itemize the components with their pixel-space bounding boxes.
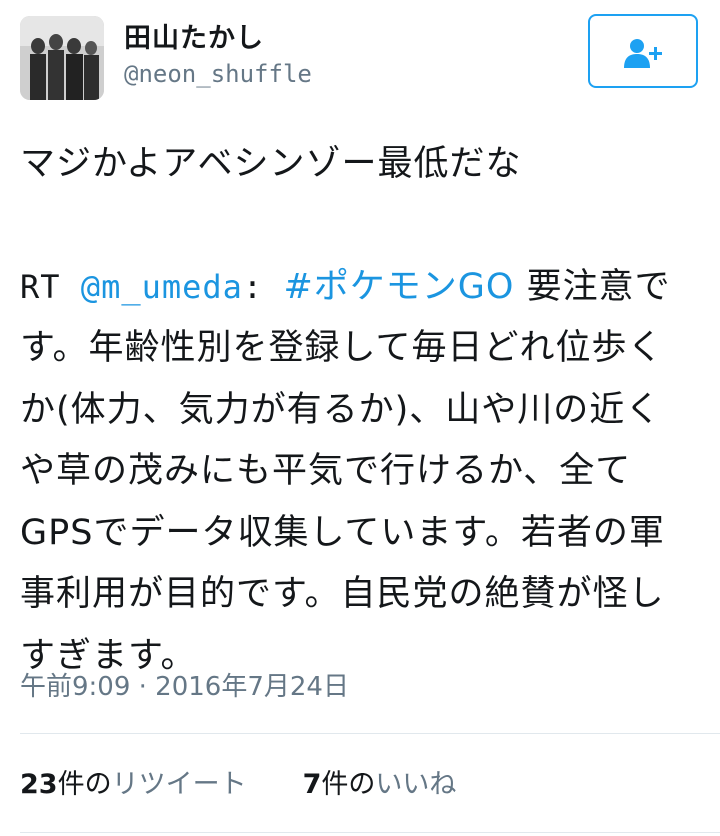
divider-bottom (20, 832, 720, 833)
engagement-stats: 23件のリツイート 7件のいいね (20, 762, 456, 801)
retweet-quote: RT @m_umeda: #ポケモンGO 要注意です。年齢性別を登録して毎日どれ… (20, 257, 690, 688)
divider-top (20, 733, 720, 734)
retweets-count: 23 (20, 769, 58, 800)
follow-button[interactable] (588, 14, 698, 88)
quote-body: 要注意です。年齢性別を登録して毎日どれ位歩くか(体力、気力が有るか)、山や川の近… (20, 266, 671, 676)
timestamp[interactable]: 午前9:09 · 2016年7月24日 (20, 666, 349, 703)
display-name[interactable]: 田山たかし (124, 16, 264, 55)
tweet-comment: マジかよアベシンゾー最低だな (20, 144, 522, 184)
likes-label: いいね (375, 769, 457, 800)
likes-unit: 件の (321, 769, 376, 800)
avatar[interactable] (20, 16, 104, 100)
retweets-stat[interactable]: 23件のリツイート (20, 769, 247, 800)
hashtag-link[interactable]: #ポケモンGO (283, 267, 514, 307)
likes-count: 7 (302, 769, 322, 800)
retweets-label: リツイート (111, 769, 247, 800)
retweets-unit: 件の (57, 769, 112, 800)
tweet-header: 田山たかし @neon_shuffle (0, 0, 720, 110)
add-user-icon (624, 39, 662, 68)
user-handle[interactable]: @neon_shuffle (124, 60, 312, 88)
likes-stat[interactable]: 7件のいいね (303, 769, 457, 800)
colon: : (242, 267, 284, 306)
rt-prefix: RT (20, 267, 81, 306)
avatar-photo (20, 16, 104, 100)
tweet-text: マジかよアベシンゾー最低だな RT @m_umeda: #ポケモンGO 要注意で… (20, 134, 690, 687)
mention-link[interactable]: @m_umeda (81, 268, 243, 306)
